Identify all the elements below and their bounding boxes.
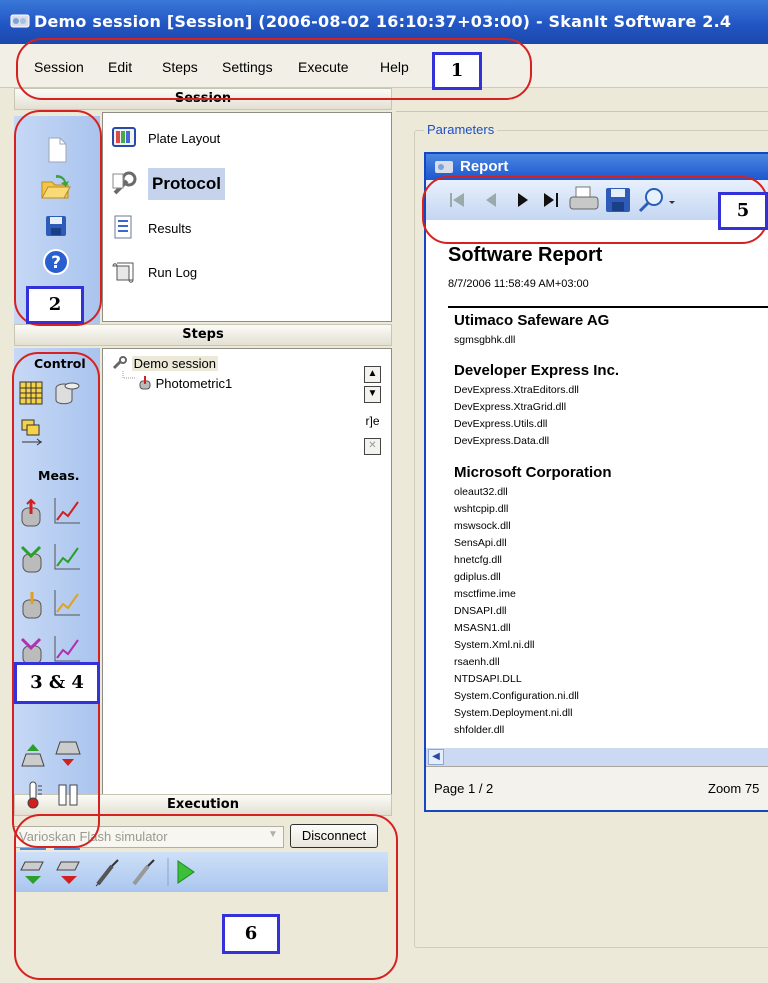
session-item-run-log[interactable]: Run Log [110,252,197,292]
session-item-plate-layout[interactable]: Plate Layout [110,118,220,158]
tree-item-demo-session[interactable]: Demo session [112,356,218,371]
file-line: hnetcfg.dll [454,554,502,566]
report-status-bar: Page 1 / 2 Zoom 75 [426,766,768,810]
file-line: sgmsgbhk.dll [454,334,516,346]
file-line: System.Configuration.ni.dll [454,690,579,702]
delete-step-button[interactable]: ✕ [364,438,381,455]
company-heading: Utimaco Safeware AG [454,312,610,329]
callout-label-2: 2 [26,286,84,324]
file-line: gdiplus.dll [454,571,501,583]
file-line: SensApi.dll [454,537,507,549]
wrench-icon [112,356,127,370]
results-icon [114,215,132,239]
rename-button[interactable]: r]e [364,414,381,431]
session-item-results[interactable]: Results [110,208,191,248]
file-line: DNSAPI.dll [454,605,507,617]
parameters-label: Parameters [424,122,498,137]
file-line: rsaenh.dll [454,656,500,668]
company-heading: Microsoft Corporation [454,464,612,481]
report-doc-title: Software Report [448,244,603,266]
file-line: shfolder.dll [454,724,505,734]
file-line: System.Deployment.ni.dll [454,707,573,719]
tree-item-photometric1[interactable]: Photometric1 [138,376,232,391]
file-line: NTDSAPI.DLL [454,673,522,685]
report-icon [435,161,453,173]
callout-oval-3-4 [12,352,100,848]
page-indicator: Page 1 / 2 [434,781,494,796]
zoom-indicator: Zoom 75 [708,781,760,796]
steps-tree-panel [102,348,392,796]
report-horizontal-scrollbar[interactable]: ◀ [426,748,768,766]
file-line: DevExpress.XtraGrid.dll [454,401,567,413]
callout-label-3-4: 3 & 4 [14,662,100,704]
report-rule [448,306,768,308]
file-line: DevExpress.XtraEditors.dll [454,384,579,396]
move-down-button[interactable]: ▼ [364,386,381,403]
file-line: msctfime.ime [454,588,516,600]
callout-oval-5 [422,176,768,244]
steps-header: Steps [14,324,392,346]
file-line: DevExpress.Utils.dll [454,418,548,430]
run-log-icon [112,262,134,283]
scroll-left-icon[interactable]: ◀ [428,749,444,765]
tree-connector [122,371,135,379]
callout-oval-6 [14,814,398,980]
file-line: wshtcpip.dll [454,503,509,515]
photometric-step-icon [139,376,151,390]
callout-label-5: 5 [718,192,768,230]
file-line: System.Xml.ni.dll [454,639,535,651]
app-icon [10,14,30,28]
move-up-button[interactable]: ▲ [364,366,381,383]
report-timestamp: 8/7/2006 11:58:49 AM+03:00 [448,278,589,290]
window-title: Demo session [Session] (2006-08-02 16:10… [34,12,732,31]
plate-layout-icon [112,127,136,147]
callout-label-1: 1 [432,52,482,90]
report-document: Software Report 8/7/2006 11:58:49 AM+03:… [426,220,768,768]
file-line: mswsock.dll [454,520,511,532]
company-heading: Developer Express Inc. [454,362,620,379]
file-line: DevExpress.Data.dll [454,435,550,447]
session-item-protocol[interactable]: Protocol [110,164,225,204]
file-line: oleaut32.dll [454,486,508,498]
file-line: MSASN1.dll [454,622,511,634]
callout-label-6: 6 [222,914,280,954]
protocol-icon [112,171,137,195]
report-window: Report Software Report 8/7/2006 11:58:49… [424,152,768,812]
